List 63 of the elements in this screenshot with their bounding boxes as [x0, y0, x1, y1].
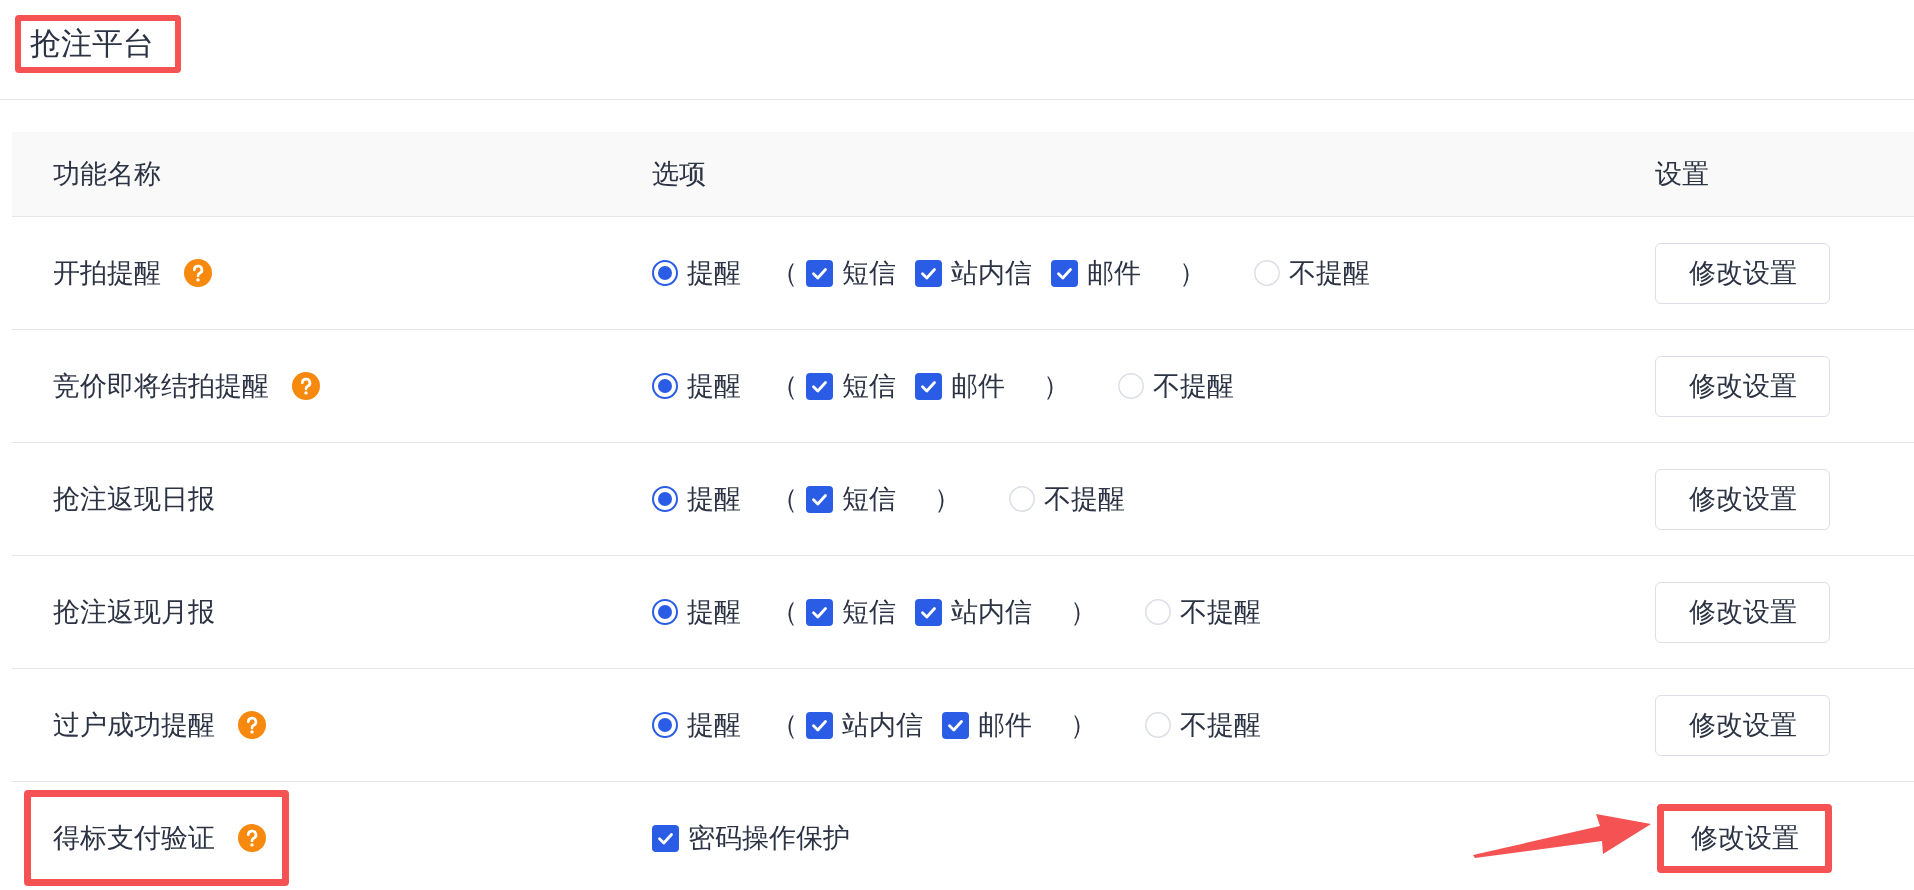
- edit-settings-button[interactable]: 修改设置: [1655, 355, 1830, 417]
- option-label: 不提醒: [1153, 370, 1234, 403]
- checkbox[interactable]: [652, 824, 679, 852]
- edit-settings-button[interactable]: 修改设置: [1655, 581, 1830, 643]
- bracket: ）: [1179, 257, 1206, 290]
- option-label: 提醒: [687, 370, 741, 403]
- option-label: 邮件: [978, 709, 1032, 742]
- checkbox[interactable]: [806, 598, 833, 626]
- edit-settings-button[interactable]: 修改设置: [1655, 242, 1830, 304]
- checkbox[interactable]: [806, 372, 833, 400]
- feature-name: 竞价即将结拍提醒: [53, 370, 269, 403]
- option-label: 站内信: [951, 596, 1032, 629]
- radio-button[interactable]: [652, 599, 678, 625]
- feature-name: 过户成功提醒: [53, 709, 215, 742]
- feature-name: 抢注返现日报: [53, 483, 215, 516]
- option-label: 不提醒: [1289, 257, 1370, 290]
- option-label: 短信: [842, 596, 896, 629]
- option-label: 不提醒: [1180, 596, 1261, 629]
- edit-settings-button[interactable]: 修改设置: [1655, 694, 1830, 756]
- option-label: 提醒: [687, 709, 741, 742]
- bracket: （: [771, 709, 798, 742]
- checkbox[interactable]: [942, 711, 969, 739]
- bracket: ）: [1043, 370, 1070, 403]
- option-label: 邮件: [951, 370, 1005, 403]
- option-label: 站内信: [842, 709, 923, 742]
- feature-name: 开拍提醒: [53, 257, 161, 290]
- bracket: ）: [1070, 709, 1097, 742]
- feature-name: 抢注返现月报: [53, 596, 215, 629]
- checkbox[interactable]: [915, 372, 942, 400]
- edit-settings-button[interactable]: 修改设置: [1655, 468, 1830, 530]
- bracket: （: [771, 370, 798, 403]
- option-label: 提醒: [687, 257, 741, 290]
- bracket: ）: [934, 483, 961, 516]
- radio-button[interactable]: [652, 373, 678, 399]
- checkbox[interactable]: [806, 711, 833, 739]
- page-title: 抢注平台: [15, 15, 181, 73]
- checkbox[interactable]: [915, 259, 942, 287]
- checkbox[interactable]: [1051, 259, 1078, 287]
- radio-button[interactable]: [652, 712, 678, 738]
- option-label: 提醒: [687, 596, 741, 629]
- column-header: 设置: [1655, 158, 1709, 191]
- bracket: ）: [1070, 596, 1097, 629]
- radio-button[interactable]: [652, 260, 678, 286]
- checkbox[interactable]: [915, 598, 942, 626]
- option-label: 提醒: [687, 483, 741, 516]
- edit-settings-button[interactable]: 修改设置: [1657, 803, 1832, 873]
- option-label: 邮件: [1087, 257, 1141, 290]
- option-label: 不提醒: [1044, 483, 1125, 516]
- bracket: （: [771, 483, 798, 516]
- option-label: 短信: [842, 257, 896, 290]
- option-label: 短信: [842, 370, 896, 403]
- checkbox[interactable]: [806, 259, 833, 287]
- option-label: 站内信: [951, 257, 1032, 290]
- option-label: 短信: [842, 483, 896, 516]
- option-label: 密码操作保护: [688, 822, 850, 855]
- option-label: 不提醒: [1180, 709, 1261, 742]
- radio-button[interactable]: [652, 486, 678, 512]
- checkbox[interactable]: [806, 485, 833, 513]
- column-header: 功能名称: [52, 158, 161, 191]
- feature-name: 得标支付验证: [53, 822, 215, 855]
- bracket: （: [771, 596, 798, 629]
- bracket: （: [771, 257, 798, 290]
- column-header: 选项: [652, 158, 706, 191]
